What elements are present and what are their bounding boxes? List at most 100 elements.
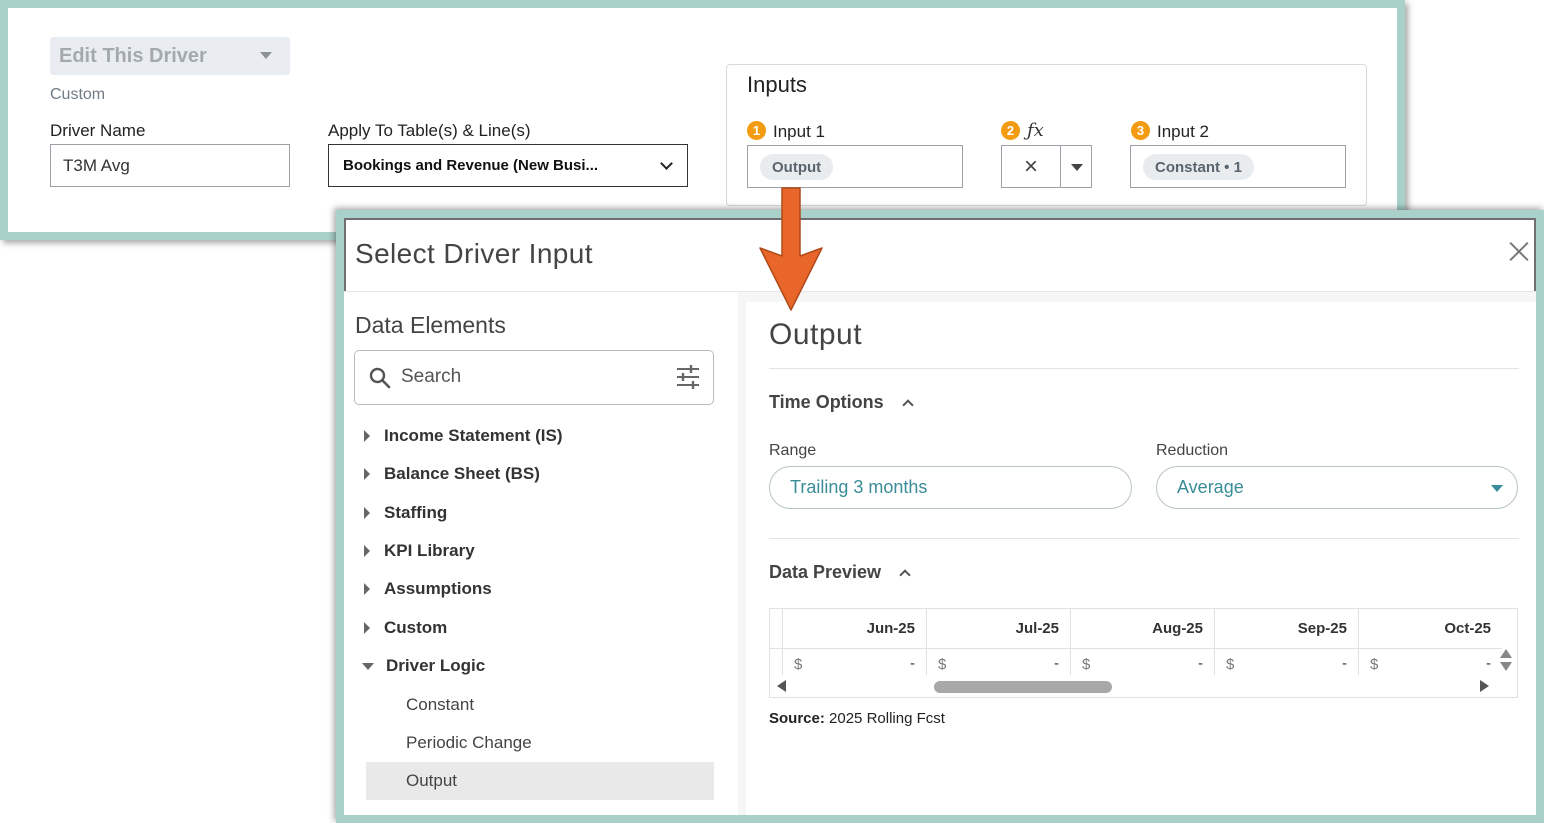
tree-item-assumptions[interactable]: Assumptions xyxy=(362,577,492,601)
grid-column-sep: Sep-25 $ - xyxy=(1214,609,1358,675)
input2-field[interactable]: Constant • 1 xyxy=(1130,145,1346,188)
inputs-title: Inputs xyxy=(747,72,807,97)
driver-select-value: Edit This Driver xyxy=(59,44,207,67)
tree-item-label: Income Statement (IS) xyxy=(384,426,563,445)
source-label: Source: xyxy=(769,710,825,727)
caret-right-icon xyxy=(364,468,370,480)
grid-column-oct: Oct-25 $ - xyxy=(1358,609,1502,675)
input1-badge: 1 xyxy=(747,121,766,140)
close-icon[interactable] xyxy=(1508,240,1530,262)
fx-icon: ƒx xyxy=(1027,120,1044,141)
grid-header-cell: Oct-25 xyxy=(1444,620,1491,637)
chevron-down-icon xyxy=(660,157,673,170)
caret-right-icon xyxy=(364,622,370,634)
scroll-right-icon[interactable] xyxy=(1480,680,1489,692)
search-input[interactable]: Search xyxy=(354,350,714,405)
input2-badge: 3 xyxy=(1131,121,1150,140)
reduction-label: Reduction xyxy=(1156,442,1229,459)
filter-sliders-icon[interactable] xyxy=(675,364,701,390)
driver-name-input[interactable]: T3M Avg xyxy=(50,144,290,187)
grid-cell-value: - xyxy=(910,655,915,672)
grid-header-cell: Aug-25 xyxy=(1152,620,1203,637)
tree-subitem-label: Output xyxy=(406,771,458,790)
range-value: Trailing 3 months xyxy=(790,477,928,497)
caret-right-icon xyxy=(364,430,370,442)
grid-currency: $ xyxy=(1370,656,1379,673)
multiply-icon: × xyxy=(1002,146,1061,187)
input1-chip[interactable]: Output xyxy=(760,154,834,180)
tree-subitem-constant[interactable]: Constant xyxy=(366,686,714,724)
driver-select-dropdown[interactable]: Edit This Driver xyxy=(50,37,290,75)
tree-item-balance-sheet[interactable]: Balance Sheet (BS) xyxy=(362,462,540,486)
caret-down-icon xyxy=(1071,164,1083,171)
inputs-box: Inputs 1 Input 1 Output 2 ƒx × 3 Input 2… xyxy=(726,64,1367,206)
tree-item-kpi-library[interactable]: KPI Library xyxy=(362,539,475,563)
tree-subitem-output[interactable]: Output xyxy=(366,762,714,800)
grid-cell-value: - xyxy=(1342,655,1347,672)
grid-currency: $ xyxy=(938,656,947,673)
input1-label: Input 1 xyxy=(773,122,825,141)
search-placeholder: Search xyxy=(401,366,462,387)
tree-item-label: Balance Sheet (BS) xyxy=(384,464,540,483)
input2-chip[interactable]: Constant • 1 xyxy=(1143,154,1254,180)
tree-item-staffing[interactable]: Staffing xyxy=(362,501,447,525)
grid-column-jul: Jul-25 $ - xyxy=(926,609,1070,675)
input1-field[interactable]: Output xyxy=(747,145,963,188)
operator-select[interactable]: × xyxy=(1001,145,1092,188)
scroll-up-icon[interactable] xyxy=(1500,649,1512,658)
chevron-up-icon xyxy=(899,569,911,581)
tree-subitem-label: Constant xyxy=(406,695,475,714)
grid-column-aug: Aug-25 $ - xyxy=(1070,609,1214,675)
modal-title: Select Driver Input xyxy=(355,238,593,269)
source-value: 2025 Rolling Fcst xyxy=(829,710,945,727)
apply-to-select[interactable]: Bookings and Revenue (New Busi... xyxy=(328,144,688,187)
data-preview-title: Data Preview xyxy=(769,562,882,582)
grid-currency: $ xyxy=(1226,656,1235,673)
caret-right-icon xyxy=(364,583,370,595)
tree-subitem-periodic-change[interactable]: Periodic Change xyxy=(366,724,714,762)
horizontal-scrollbar[interactable] xyxy=(770,675,1517,697)
scroll-left-icon[interactable] xyxy=(777,680,786,692)
apply-to-value: Bookings and Revenue (New Busi... xyxy=(343,157,599,174)
data-elements-pane: Data Elements Search Income Statement (I… xyxy=(344,292,738,815)
grid-row-separator xyxy=(1215,648,1358,649)
tree-item-income-statement[interactable]: Income Statement (IS) xyxy=(362,424,563,448)
grid-currency: $ xyxy=(794,656,803,673)
reduction-value: Average xyxy=(1177,477,1244,497)
tree-item-label: KPI Library xyxy=(384,541,475,560)
caret-right-icon xyxy=(364,545,370,557)
range-input[interactable]: Trailing 3 months xyxy=(769,466,1132,509)
grid-header-cell: Jul-25 xyxy=(1015,620,1059,637)
data-preview-toggle[interactable]: Data Preview xyxy=(769,562,911,583)
grid-column-partial xyxy=(770,609,782,675)
data-source: Source: 2025 Rolling Fcst xyxy=(769,710,945,727)
grid-row-separator xyxy=(927,648,1070,649)
tree-item-driver-logic[interactable]: Driver Logic xyxy=(362,654,485,678)
tree-item-custom[interactable]: Custom xyxy=(362,616,447,640)
tree-item-label: Staffing xyxy=(384,503,448,522)
grid-row-separator xyxy=(783,648,926,649)
search-icon xyxy=(369,367,391,389)
reduction-select[interactable]: Average xyxy=(1156,466,1518,509)
annotation-arrow-icon xyxy=(759,187,823,311)
grid-currency: $ xyxy=(1082,656,1091,673)
scroll-down-icon[interactable] xyxy=(1500,662,1512,671)
grid-row-separator xyxy=(1359,648,1502,649)
caret-down-icon xyxy=(362,662,374,670)
tree-item-label: Driver Logic xyxy=(386,656,486,675)
caret-down-icon xyxy=(1491,485,1503,492)
scrollbar-thumb[interactable] xyxy=(934,681,1112,693)
divider xyxy=(769,538,1519,539)
caret-right-icon xyxy=(364,507,370,519)
operator-badge: 2 xyxy=(1001,121,1020,140)
time-options-toggle[interactable]: Time Options xyxy=(769,392,914,413)
tree-subitem-label: Periodic Change xyxy=(406,733,532,752)
apply-to-label: Apply To Table(s) & Line(s) xyxy=(328,121,531,140)
grid-row-separator xyxy=(1071,648,1214,649)
driver-name-value: T3M Avg xyxy=(63,155,130,175)
time-options-title: Time Options xyxy=(769,392,884,412)
divider xyxy=(769,368,1519,369)
grid-header-cell: Sep-25 xyxy=(1297,620,1347,637)
select-driver-input-modal: Select Driver Input Data Elements Search… xyxy=(336,210,1544,823)
input2-label: Input 2 xyxy=(1157,122,1209,141)
